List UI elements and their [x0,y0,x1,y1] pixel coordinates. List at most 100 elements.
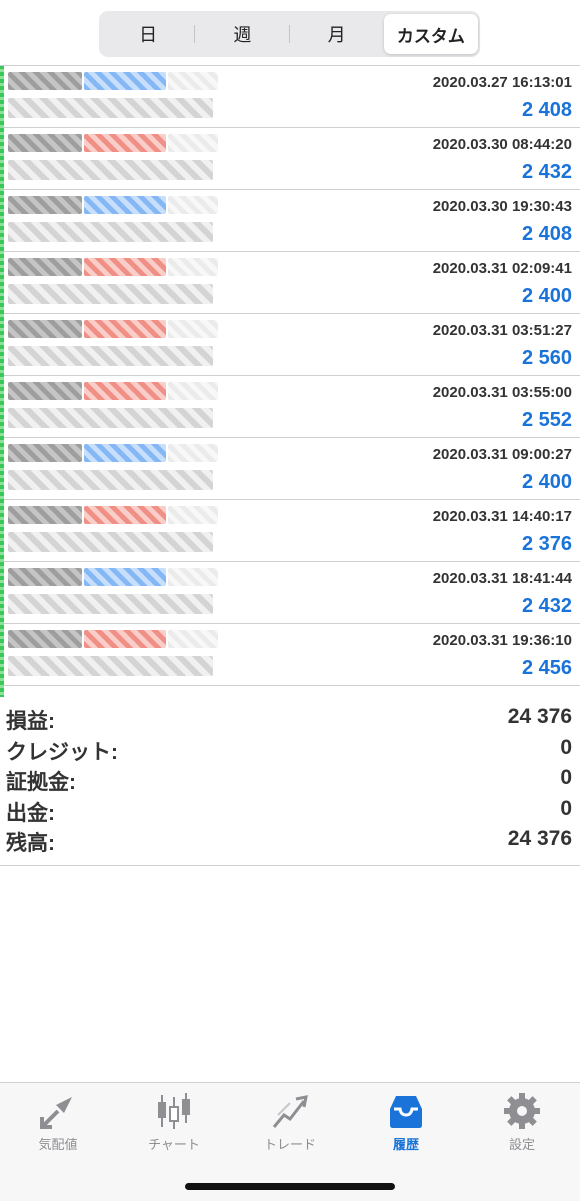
redacted-volume [168,506,218,524]
segment-week[interactable]: 週 [195,14,290,54]
trade-close-time: 2020.03.31 19:36:10 [432,632,572,649]
settings-icon [504,1093,540,1129]
redacted-trade-type [84,444,166,462]
redacted-volume [168,382,218,400]
redacted-trade-type [84,196,166,214]
trade-row[interactable]: 2020.03.30 19:30:43 2 408 [4,190,580,252]
credit-value: 0 [560,735,572,759]
redacted-trade-type [84,382,166,400]
period-selector-bar: 日 週 月 カスタム [0,0,580,66]
redacted-symbol [8,134,82,152]
trade-close-time: 2020.03.30 08:44:20 [432,136,572,153]
trade-row[interactable]: 2020.03.31 09:00:27 2 400 [4,438,580,500]
trade-profit: 2 456 [521,657,572,679]
redacted-trade-type [84,134,166,152]
redacted-volume [168,72,218,90]
redacted-trade-type [84,506,166,524]
period-segmented-control: 日 週 月 カスタム [99,11,480,57]
profit-value: 24 376 [507,705,572,728]
trade-profit: 2 400 [521,471,572,493]
home-indicator[interactable] [185,1183,395,1190]
redacted-trade-type [84,258,166,276]
redacted-volume [168,134,218,152]
redacted-prices [8,594,213,614]
redacted-trade-type [84,320,166,338]
redacted-symbol [8,444,82,462]
tab-trade-label: トレード [263,1137,316,1152]
trade-row[interactable]: 2020.03.31 18:41:44 2 432 [4,562,580,624]
trade-close-time: 2020.03.30 19:30:43 [432,198,572,215]
redacted-symbol [8,258,82,276]
chart-icon [158,1093,190,1129]
redacted-symbol [8,630,82,648]
trade-row[interactable]: 2020.03.31 19:36:10 2 456 [4,624,580,686]
trade-profit: 2 376 [521,533,572,555]
tab-settings[interactable]: 設定 [464,1083,580,1163]
trade-row[interactable]: 2020.03.31 14:40:17 2 376 [4,500,580,562]
redacted-prices [8,284,213,304]
tab-quotes-label: 気配値 [38,1137,78,1152]
trade-close-time: 2020.03.31 03:55:00 [432,384,572,401]
redacted-symbol [8,320,82,338]
redacted-volume [168,320,218,338]
redacted-prices [8,222,213,242]
segment-custom[interactable]: カスタム [383,14,478,54]
withdrawal-value: 0 [560,796,572,820]
redacted-volume [168,444,218,462]
quotes-icon [40,1097,72,1129]
summary-profit-row: 損益: 24 376 [0,703,580,734]
tab-quotes[interactable]: 気配値 [0,1083,116,1163]
redacted-volume [168,258,218,276]
tab-history-label: 履歴 [392,1137,419,1152]
balance-label: 残高: [6,832,55,855]
redacted-symbol [8,72,82,90]
trade-history-list: 2020.03.27 16:13:01 2 408 2020.03.30 08:44… [0,65,580,686]
balance-value: 24 376 [507,827,572,850]
redacted-prices [8,160,213,180]
trade-row[interactable]: 2020.03.27 16:13:01 2 408 [4,66,580,128]
redacted-prices [8,408,213,428]
trade-row[interactable]: 2020.03.31 02:09:41 2 400 [4,252,580,314]
redacted-volume [168,568,218,586]
trade-profit: 2 408 [521,99,572,121]
redacted-prices [8,346,213,366]
margin-label: 証拠金: [6,771,76,794]
redacted-prices [8,532,213,552]
tab-history[interactable]: 履歴 [348,1083,464,1163]
tab-trade[interactable]: トレード [232,1083,348,1163]
redacted-trade-type [84,72,166,90]
credit-label: クレジット: [6,740,118,764]
trade-close-time: 2020.03.27 16:13:01 [432,74,572,91]
summary-margin-row: 証拠金: 0 [0,764,580,795]
account-summary: 損益: 24 376 クレジット: 0 証拠金: 0 出金: 0 残高: 24 … [0,703,580,866]
redacted-volume [168,630,218,648]
trade-close-time: 2020.03.31 14:40:17 [432,508,572,525]
redacted-trade-type [84,630,166,648]
redacted-symbol [8,568,82,586]
trade-profit: 2 432 [521,161,572,183]
tab-chart[interactable]: チャート [116,1083,232,1163]
tab-settings-label: 設定 [508,1137,535,1152]
redacted-symbol [8,196,82,214]
profit-label: 損益: [6,710,55,733]
redacted-prices [8,470,213,490]
trade-profit: 2 432 [521,595,572,617]
tab-chart-label: チャート [148,1137,200,1152]
trade-row[interactable]: 2020.03.31 03:51:27 2 560 [4,314,580,376]
trade-row[interactable]: 2020.03.30 08:44:20 2 432 [4,128,580,190]
segment-day[interactable]: 日 [101,14,196,54]
trade-row[interactable]: 2020.03.31 03:55:00 2 552 [4,376,580,438]
trade-profit: 2 400 [521,285,572,307]
margin-value: 0 [560,766,572,789]
trade-close-time: 2020.03.31 18:41:44 [432,570,572,587]
segment-month[interactable]: 月 [290,14,384,54]
redacted-prices [8,98,213,118]
trade-profit: 2 408 [521,223,572,245]
summary-credit-row: クレジット: 0 [0,734,580,765]
trade-close-time: 2020.03.31 02:09:41 [432,260,572,277]
redacted-symbol [8,382,82,400]
trade-close-time: 2020.03.31 03:51:27 [432,322,572,339]
trade-close-time: 2020.03.31 09:00:27 [432,446,572,463]
history-icon [390,1096,422,1128]
trade-icon [272,1095,308,1128]
